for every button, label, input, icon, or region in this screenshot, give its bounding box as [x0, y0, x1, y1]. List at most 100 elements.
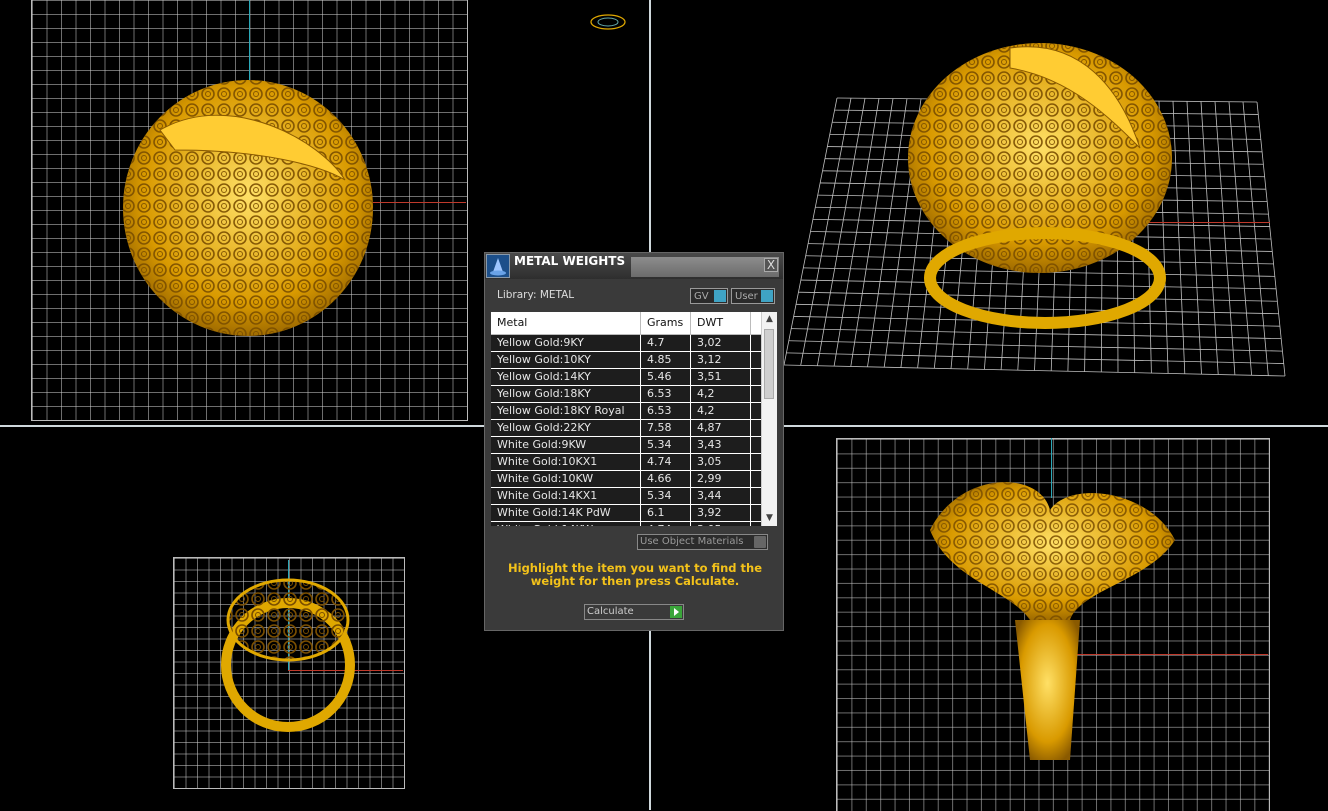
- cell-dwt: 4,2: [697, 404, 715, 417]
- cell-divider: [750, 369, 751, 386]
- cell-dwt: 4,87: [697, 421, 722, 434]
- cell-divider: [640, 522, 641, 526]
- title-bar-fill: [631, 257, 779, 277]
- play-icon: [670, 606, 682, 618]
- ring-render-front[interactable]: [120, 70, 380, 340]
- cell-metal: Yellow Gold:22KY: [497, 421, 591, 434]
- table-row[interactable]: Yellow Gold:18KY 6.53 4,2: [491, 386, 761, 403]
- gv-toggle-label: GV: [694, 291, 709, 302]
- cell-grams: 4.66: [647, 472, 672, 485]
- cell-divider: [640, 454, 641, 471]
- cell-metal: Yellow Gold:18KY: [497, 387, 591, 400]
- table-row[interactable]: White Gold:9KW 5.34 3,43: [491, 437, 761, 454]
- scroll-down-icon[interactable]: ▼: [764, 513, 775, 524]
- ring-render-top[interactable]: [920, 470, 1185, 770]
- cell-divider: [640, 437, 641, 454]
- column-divider: [690, 312, 691, 335]
- metal-weights-icon: [486, 254, 510, 278]
- instruction-text: Highlight the item you want to find the …: [508, 561, 762, 588]
- cell-grams: 5.34: [647, 489, 672, 502]
- cell-metal: White Gold:9KW: [497, 438, 587, 451]
- cell-divider: [750, 386, 751, 403]
- cell-divider: [750, 437, 751, 454]
- cell-metal: White Gold:10KX1: [497, 455, 598, 468]
- cell-grams: 5.46: [647, 370, 672, 383]
- metal-weights-dialog: METAL WEIGHTS X Library: METAL GV User M…: [484, 252, 784, 631]
- table-row[interactable]: White Gold:14KW 4.74 3,05: [491, 522, 761, 526]
- cell-dwt: 3,05: [697, 455, 722, 468]
- gv-toggle-knob: [714, 290, 726, 302]
- table-row[interactable]: White Gold:14K PdW 6.1 3,92: [491, 505, 761, 522]
- gv-toggle[interactable]: GV: [690, 288, 728, 304]
- ring-render-side[interactable]: [218, 575, 358, 735]
- table-row[interactable]: White Gold:10KX1 4.74 3,05: [491, 454, 761, 471]
- cell-metal: White Gold:14KW: [497, 523, 593, 526]
- cell-divider: [690, 471, 691, 488]
- cell-divider: [690, 488, 691, 505]
- cell-divider: [690, 437, 691, 454]
- cell-divider: [690, 403, 691, 420]
- cell-metal: White Gold:14K PdW: [497, 506, 611, 519]
- cell-dwt: 3,02: [697, 336, 722, 349]
- table-row[interactable]: Yellow Gold:10KY 4.85 3,12: [491, 352, 761, 369]
- cell-dwt: 3,43: [697, 438, 722, 451]
- table-row[interactable]: White Gold:14KX1 5.34 3,44: [491, 488, 761, 505]
- cell-divider: [640, 352, 641, 369]
- close-button[interactable]: X: [764, 258, 778, 272]
- table-row[interactable]: Yellow Gold:14KY 5.46 3,51: [491, 369, 761, 386]
- calculate-button[interactable]: Calculate: [584, 604, 684, 620]
- cell-divider: [690, 335, 691, 352]
- cell-divider: [750, 471, 751, 488]
- use-object-materials-knob: [754, 536, 766, 548]
- cell-divider: [640, 420, 641, 437]
- table-row[interactable]: Yellow Gold:18KY Royal 6.53 4,2: [491, 403, 761, 420]
- cell-divider: [750, 352, 751, 369]
- cell-grams: 5.34: [647, 438, 672, 451]
- cell-metal: Yellow Gold:18KY Royal: [497, 404, 625, 417]
- cell-divider: [690, 352, 691, 369]
- cell-divider: [750, 335, 751, 352]
- cell-dwt: 3,92: [697, 506, 722, 519]
- cell-divider: [750, 403, 751, 420]
- column-divider: [750, 312, 751, 335]
- user-toggle-knob: [761, 290, 773, 302]
- cell-divider: [690, 454, 691, 471]
- cell-divider: [750, 420, 751, 437]
- cell-divider: [750, 454, 751, 471]
- metal-table: Metal Grams DWT Yellow Gold:9KY 4.7 3,02 Ye…: [491, 312, 777, 526]
- cell-divider: [640, 369, 641, 386]
- table-header: Metal Grams DWT: [491, 312, 761, 335]
- cell-divider: [690, 522, 691, 526]
- cell-divider: [750, 522, 751, 526]
- dialog-title-bar[interactable]: METAL WEIGHTS X: [485, 253, 783, 279]
- cell-dwt: 3,51: [697, 370, 722, 383]
- cell-grams: 4.7: [647, 336, 665, 349]
- column-header-metal[interactable]: Metal: [497, 316, 527, 329]
- table-scrollbar[interactable]: ▲ ▼: [761, 312, 777, 526]
- calculate-label: Calculate: [587, 606, 634, 617]
- cell-divider: [690, 386, 691, 403]
- cell-dwt: 4,2: [697, 387, 715, 400]
- cell-divider: [640, 403, 641, 420]
- navigation-cube-icon[interactable]: [590, 13, 626, 31]
- scroll-thumb[interactable]: [764, 329, 774, 399]
- table-row[interactable]: White Gold:10KW 4.66 2,99: [491, 471, 761, 488]
- ring-render-perspective[interactable]: [900, 38, 1180, 333]
- cell-grams: 4.74: [647, 523, 672, 526]
- cell-grams: 4.85: [647, 353, 672, 366]
- cell-divider: [690, 505, 691, 522]
- cell-divider: [640, 471, 641, 488]
- table-row[interactable]: Yellow Gold:22KY 7.58 4,87: [491, 420, 761, 437]
- cell-divider: [690, 369, 691, 386]
- cell-metal: White Gold:14KX1: [497, 489, 598, 502]
- column-header-grams[interactable]: Grams: [647, 316, 683, 329]
- scroll-up-icon[interactable]: ▲: [764, 314, 775, 325]
- use-object-materials-toggle[interactable]: Use Object Materials: [637, 534, 768, 550]
- cell-dwt: 3,12: [697, 353, 722, 366]
- cell-metal: Yellow Gold:14KY: [497, 370, 591, 383]
- table-row[interactable]: Yellow Gold:9KY 4.7 3,02: [491, 335, 761, 352]
- column-header-dwt[interactable]: DWT: [697, 316, 723, 329]
- cell-divider: [640, 386, 641, 403]
- cell-dwt: 2,99: [697, 472, 722, 485]
- user-toggle[interactable]: User: [731, 288, 775, 304]
